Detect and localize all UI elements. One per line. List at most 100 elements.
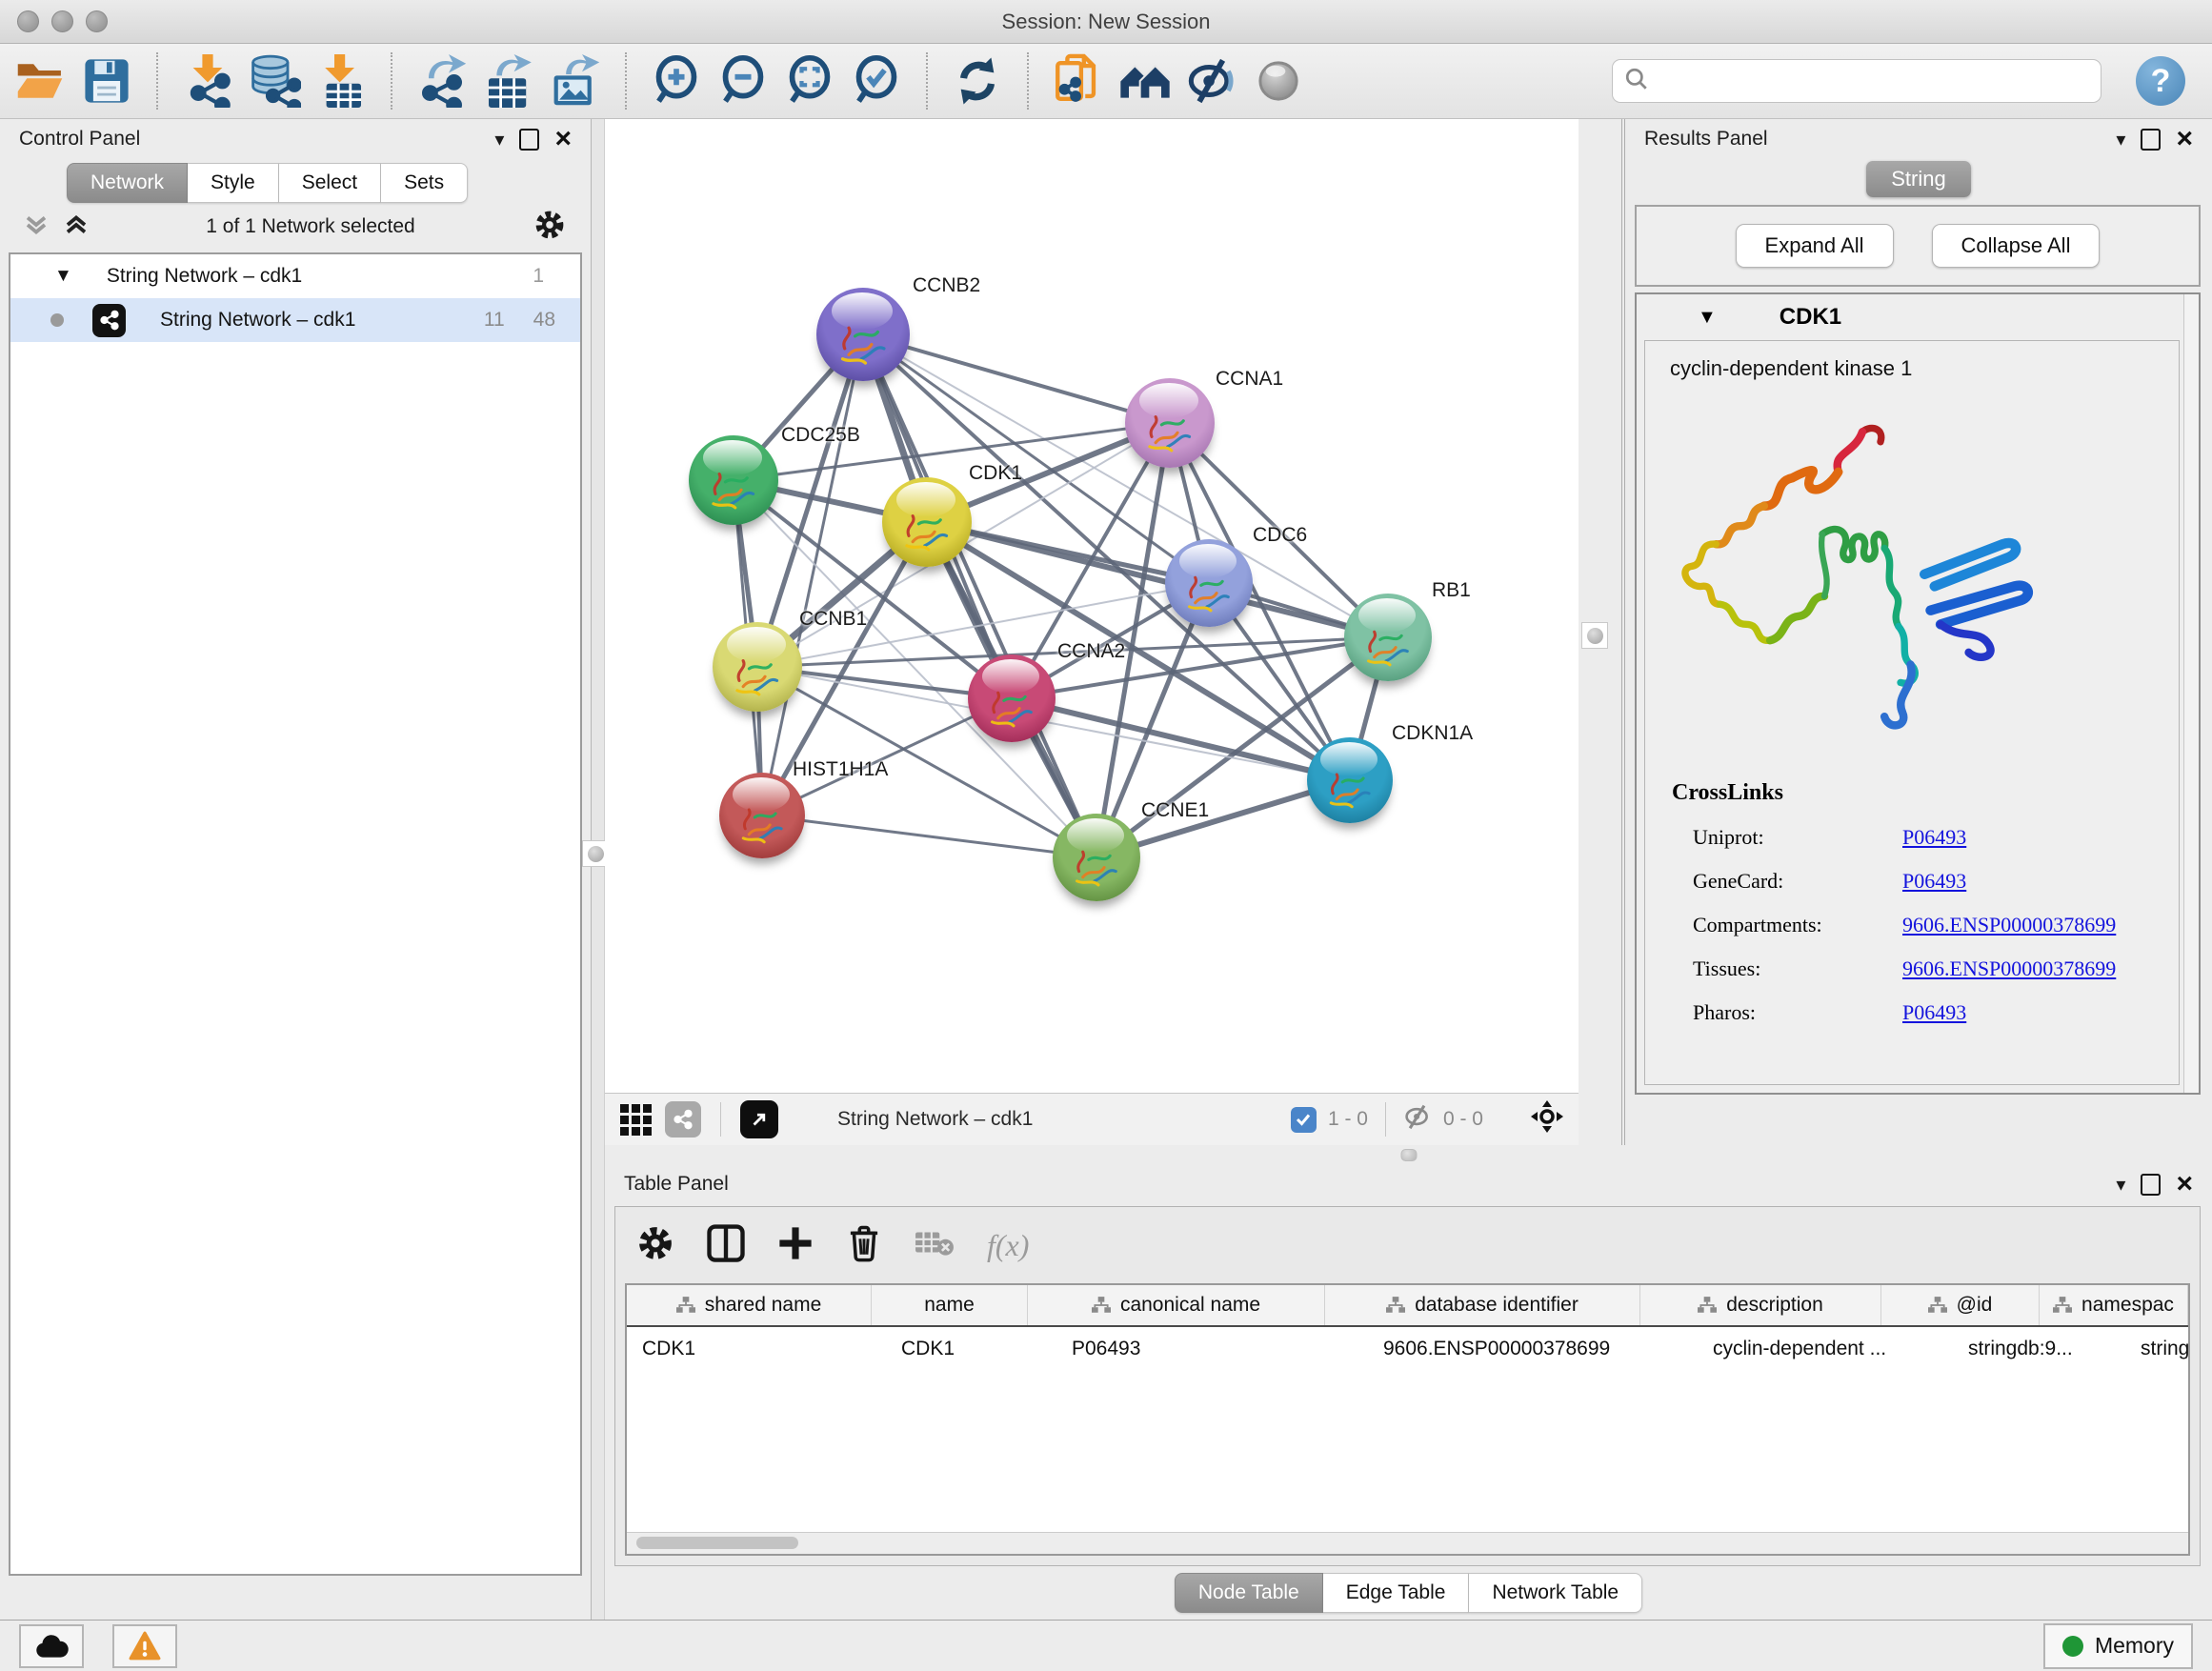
column-header[interactable]: @id	[1881, 1285, 2040, 1325]
collapse-all-button[interactable]: Collapse All	[1932, 224, 2101, 268]
panel-menu-icon[interactable]: ▾	[2116, 128, 2125, 151]
show-grid-icon[interactable]	[620, 1104, 652, 1136]
save-session-icon[interactable]	[80, 53, 133, 109]
tab-select[interactable]: Select	[279, 163, 381, 203]
memory-button[interactable]: Memory	[2043, 1623, 2193, 1669]
close-window-button[interactable]	[17, 10, 39, 32]
tab-network[interactable]: Network	[67, 163, 188, 203]
hide-glass-effect-icon[interactable]	[1185, 53, 1238, 109]
horizontal-splitter[interactable]	[605, 1145, 2212, 1164]
export-image-icon[interactable]	[549, 53, 602, 109]
delete-column-icon[interactable]	[846, 1224, 882, 1267]
hidden-eye-icon[interactable]	[1403, 1103, 1432, 1136]
panel-menu-icon[interactable]: ▾	[494, 128, 504, 151]
network-node-ccnb1[interactable]	[713, 622, 802, 712]
panel-float-icon[interactable]	[2141, 1174, 2161, 1196]
network-canvas[interactable]: CCNB2 CCNA1 CDC25B CDK1 CDC6 RB1	[605, 119, 1579, 1093]
expand-all-button[interactable]: Expand All	[1736, 224, 1894, 268]
network-node-cdkn1a[interactable]	[1307, 737, 1393, 823]
right-splitter-knob[interactable]	[1581, 622, 1608, 649]
network-edge[interactable]	[762, 334, 863, 815]
warning-status-button[interactable]	[112, 1624, 177, 1668]
import-network-file-icon[interactable]	[181, 53, 234, 109]
cloud-status-button[interactable]	[19, 1624, 84, 1668]
tab-style[interactable]: Style	[188, 163, 279, 203]
delete-table-icon[interactable]	[915, 1227, 955, 1264]
import-table-file-icon[interactable]	[314, 53, 368, 109]
tab-edge-table[interactable]: Edge Table	[1323, 1573, 1470, 1613]
table-row[interactable]: CDK1 CDK1 P06493 9606.ENSP00000378699 cy…	[627, 1327, 2188, 1371]
selected-checkbox-icon[interactable]	[1291, 1107, 1317, 1133]
zoom-selected-icon[interactable]	[850, 53, 903, 109]
copy-documents-icon[interactable]	[1052, 53, 1105, 109]
panel-close-icon[interactable]: ×	[554, 130, 572, 149]
network-node-ccnb2[interactable]	[816, 288, 910, 381]
horizontal-splitter-knob[interactable]	[1400, 1149, 1417, 1161]
export-network-icon[interactable]	[415, 53, 469, 109]
network-options-gear-icon[interactable]	[533, 209, 566, 246]
panel-menu-icon[interactable]: ▾	[2116, 1173, 2125, 1197]
column-header[interactable]: name	[872, 1285, 1028, 1325]
zoom-in-icon[interactable]	[650, 53, 703, 109]
column-header[interactable]: description	[1640, 1285, 1881, 1325]
zoom-window-button[interactable]	[86, 10, 108, 32]
string-home-icon[interactable]	[1118, 53, 1172, 109]
crosslink-value-link[interactable]: 9606.ENSP00000378699	[1902, 956, 2116, 981]
network-node-hist1h1a[interactable]	[719, 773, 805, 858]
collection-expander-icon[interactable]: ▼	[54, 266, 72, 287]
column-header[interactable]: shared name	[627, 1285, 872, 1325]
network-node-ccna1[interactable]	[1125, 378, 1215, 468]
crosslink-value-link[interactable]: P06493	[1902, 869, 1966, 894]
zoom-out-icon[interactable]	[716, 53, 770, 109]
results-scrollbar[interactable]	[2183, 294, 2199, 1093]
right-splitter[interactable]	[1579, 119, 1625, 1145]
tab-sets[interactable]: Sets	[381, 163, 468, 203]
panel-close-icon[interactable]: ×	[2176, 1175, 2193, 1194]
table-horizontal-scrollbar[interactable]	[627, 1532, 2188, 1554]
node-details-header[interactable]: ▼ CDK1	[1637, 294, 2199, 340]
network-edge[interactable]	[863, 334, 1096, 857]
import-network-database-icon[interactable]	[248, 53, 301, 109]
table-settings-gear-icon[interactable]	[636, 1224, 674, 1267]
detach-view-icon[interactable]	[740, 1100, 778, 1138]
expand-all-icon[interactable]	[65, 214, 88, 240]
column-header[interactable]: canonical name	[1028, 1285, 1325, 1325]
network-node-cdc6[interactable]	[1165, 539, 1253, 627]
panel-float-icon[interactable]	[2141, 129, 2161, 151]
panel-close-icon[interactable]: ×	[2176, 130, 2193, 149]
crosslink-value-link[interactable]: P06493	[1902, 1000, 1966, 1025]
entry-expander-icon[interactable]: ▼	[1698, 307, 1717, 329]
show-glass-ball-icon[interactable]	[1252, 53, 1305, 109]
network-edge[interactable]	[762, 815, 1096, 857]
scrollbar-thumb[interactable]	[636, 1537, 798, 1549]
tab-network-table[interactable]: Network Table	[1469, 1573, 1642, 1613]
open-session-icon[interactable]	[13, 53, 67, 109]
help-button[interactable]: ?	[2136, 56, 2185, 106]
network-collection-row[interactable]: ▼ String Network – cdk1 1	[10, 254, 580, 298]
search-box[interactable]	[1612, 59, 2101, 103]
network-node-ccne1[interactable]	[1053, 814, 1140, 901]
collapse-all-icon[interactable]	[25, 214, 48, 240]
network-node-ccna2[interactable]	[968, 654, 1056, 742]
network-row[interactable]: String Network – cdk1 11 48	[10, 298, 580, 342]
fit-content-icon[interactable]	[783, 53, 836, 109]
network-node-cdk1[interactable]	[882, 477, 972, 567]
network-node-rb1[interactable]	[1344, 594, 1432, 681]
column-header[interactable]: namespac	[2040, 1285, 2188, 1325]
left-splitter[interactable]	[592, 119, 605, 1620]
function-builder-icon[interactable]: f(x)	[987, 1228, 1029, 1263]
network-edge[interactable]	[927, 522, 1388, 637]
network-type-icon[interactable]	[665, 1101, 701, 1137]
search-input[interactable]	[1657, 70, 2089, 93]
tab-node-table[interactable]: Node Table	[1175, 1573, 1323, 1613]
add-column-icon[interactable]	[777, 1225, 814, 1266]
panel-float-icon[interactable]	[519, 129, 539, 151]
network-node-cdc25b[interactable]	[689, 435, 778, 525]
show-columns-icon[interactable]	[707, 1224, 745, 1267]
birdseye-icon[interactable]	[1531, 1100, 1563, 1138]
export-table-icon[interactable]	[482, 53, 535, 109]
apply-layout-icon[interactable]	[951, 53, 1004, 109]
minimize-window-button[interactable]	[51, 10, 73, 32]
column-header[interactable]: database identifier	[1325, 1285, 1640, 1325]
tab-string[interactable]: String	[1866, 161, 1970, 197]
